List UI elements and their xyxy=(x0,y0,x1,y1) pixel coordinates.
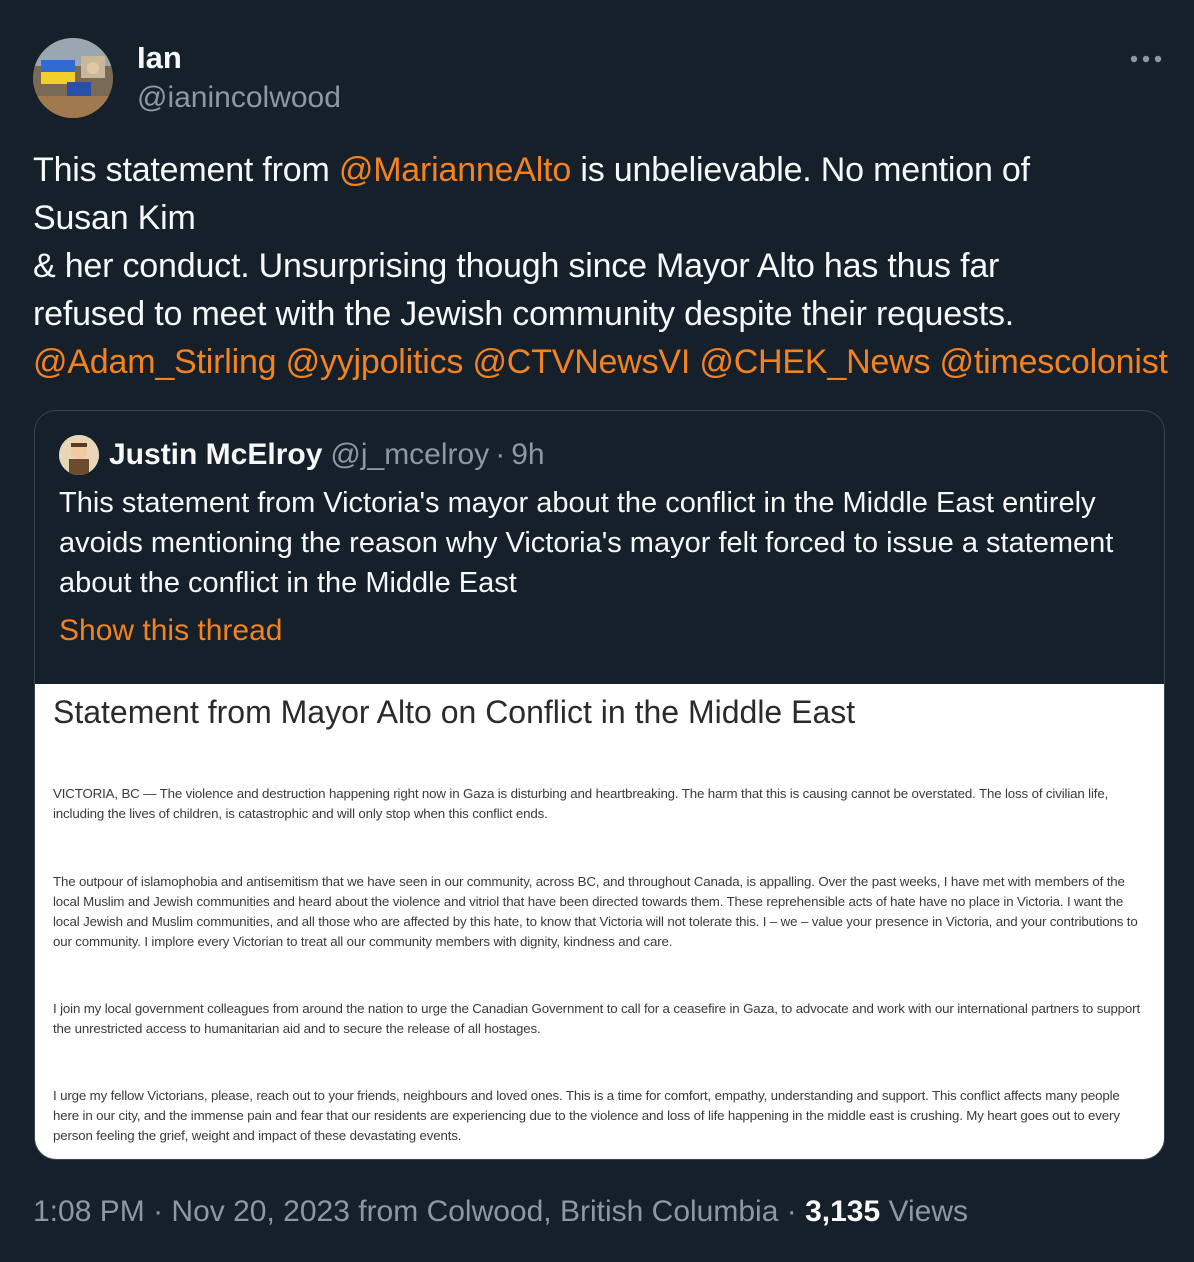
views-label: Views xyxy=(888,1195,968,1228)
tweet-footer: 1:08 PM · Nov 20, 2023 from Colwood, Bri… xyxy=(33,1192,968,1232)
mention-link[interactable]: @CTVNewsVI xyxy=(472,343,690,381)
tweet: Ian @ianincolwood This statement from @M… xyxy=(0,0,1194,1262)
mention-link[interactable]: @CHEK_News xyxy=(699,343,930,381)
statement-title: Statement from Mayor Alto on Conflict in… xyxy=(53,694,856,730)
more-horizontal-icon[interactable] xyxy=(1126,44,1166,74)
views-count[interactable]: 3,135 xyxy=(805,1195,880,1228)
author-avatar[interactable] xyxy=(33,38,113,118)
author-display-name[interactable]: Ian xyxy=(137,40,182,76)
show-thread-link[interactable]: Show this thread xyxy=(59,611,282,651)
statement-paragraph: The outpour of islamophobia and antisemi… xyxy=(53,874,1138,949)
quote-author-handle[interactable]: @j_mcelroy xyxy=(330,438,489,472)
meta-separator: · xyxy=(153,1195,164,1228)
author-handle[interactable]: @ianincolwood xyxy=(137,80,341,116)
tweet-text: This statement from @MarianneAlto is unb… xyxy=(33,146,1173,386)
mention-link[interactable]: @timescolonist xyxy=(940,343,1168,381)
meta-separator: · xyxy=(495,438,506,471)
mention-link[interactable]: @yyjpolitics xyxy=(286,343,464,381)
statement-paragraph: I urge my fellow Victorians, please, rea… xyxy=(53,1088,1120,1143)
quote-author-avatar[interactable] xyxy=(59,435,99,475)
quote-header: Justin McElroy @j_mcelroy · 9h xyxy=(59,435,545,475)
quote-tweet-card[interactable]: Justin McElroy @j_mcelroy · 9h This stat… xyxy=(34,410,1165,1160)
statement-image[interactable]: Statement from Mayor Alto on Conflict in… xyxy=(35,684,1164,1159)
statement-paragraph: I join my local government colleagues fr… xyxy=(53,1001,1140,1036)
meta-separator: · xyxy=(786,1195,797,1228)
quote-timestamp[interactable]: 9h xyxy=(511,438,544,472)
mention-link[interactable]: @Adam_Stirling xyxy=(33,343,277,381)
author-avatar-image xyxy=(33,38,113,118)
quote-author-name[interactable]: Justin McElroy xyxy=(109,438,322,472)
tweet-time[interactable]: 1:08 PM xyxy=(33,1195,145,1228)
tweet-text-part: This statement from xyxy=(33,151,339,189)
mention-link[interactable]: @MarianneAlto xyxy=(339,151,571,189)
tweet-location: from Colwood, British Columbia xyxy=(358,1195,779,1228)
statement-paragraph: VICTORIA, BC — The violence and destruct… xyxy=(53,786,1109,821)
tweet-date[interactable]: Nov 20, 2023 xyxy=(171,1195,349,1228)
quote-text: This statement from Victoria's mayor abo… xyxy=(59,487,1114,599)
